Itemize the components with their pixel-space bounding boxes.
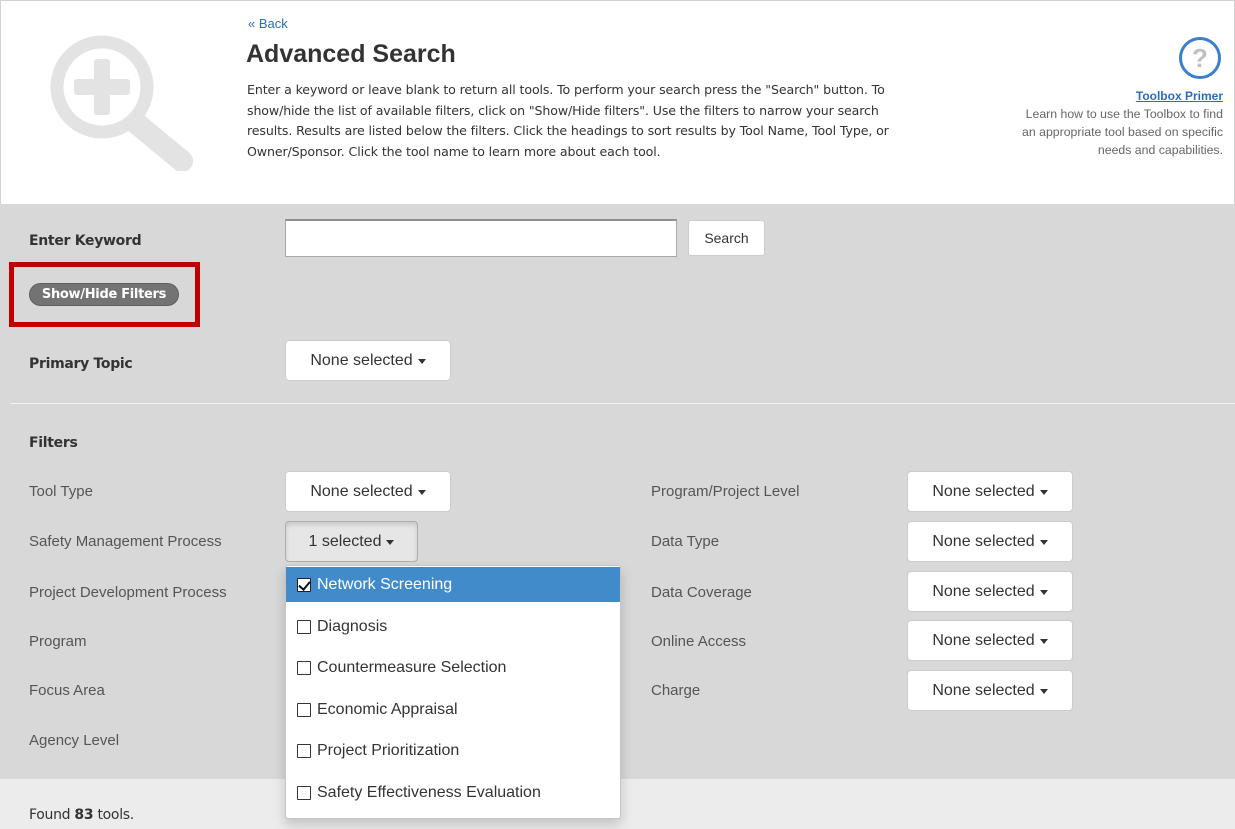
primer-line: Learn how to use the Toolbox to find — [1025, 107, 1223, 121]
option-label: Countermeasure Selection — [317, 658, 507, 676]
option-label: Safety Effectiveness Evaluation — [317, 783, 541, 801]
dropdown-value: None selected — [932, 482, 1035, 500]
primer-line: an appropriate tool based on specific — [1022, 125, 1223, 139]
primary-topic-label: Primary Topic — [29, 356, 133, 372]
intro-line: results. Results are listed below the fi… — [247, 123, 889, 138]
dropdown-value: None selected — [310, 351, 413, 369]
filter-label-focus-area: Focus Area — [29, 682, 105, 699]
show-hide-filters-button[interactable]: Show/Hide Filters — [29, 283, 179, 306]
toolbox-primer-description: Learn how to use the Toolbox to find an … — [963, 105, 1223, 159]
back-link[interactable]: « Back — [248, 16, 288, 31]
filter-label-project-development-process: Project Development Process — [29, 584, 227, 601]
caret-down-icon — [386, 540, 395, 545]
tool-type-dropdown[interactable]: None selected — [285, 471, 451, 512]
section-divider — [10, 403, 1235, 404]
dropdown-value: None selected — [932, 532, 1035, 550]
dropdown-value: None selected — [932, 631, 1035, 649]
data-coverage-dropdown[interactable]: None selected — [907, 571, 1073, 612]
caret-down-icon — [1039, 540, 1048, 545]
search-plus-icon — [50, 35, 193, 171]
safety-management-process-menu: Network Screening Diagnosis Countermeasu… — [285, 565, 621, 819]
menu-option-countermeasure-selection[interactable]: Countermeasure Selection — [286, 650, 620, 685]
safety-management-process-dropdown[interactable]: 1 selected — [285, 521, 418, 562]
checkbox[interactable] — [297, 744, 311, 758]
charge-dropdown[interactable]: None selected — [907, 670, 1073, 711]
toolbox-primer-link[interactable]: Toolbox Primer — [1136, 89, 1223, 103]
question-circle-icon[interactable]: ? — [1178, 36, 1222, 80]
results-prefix: Found — [29, 807, 71, 823]
intro-line: Owner/Sponsor. Click the tool name to le… — [247, 143, 661, 159]
caret-down-icon — [417, 359, 426, 364]
menu-option-network-screening[interactable]: Network Screening — [286, 567, 620, 602]
filter-label-online-access: Online Access — [651, 633, 747, 650]
option-label: Diagnosis — [317, 617, 388, 635]
results-suffix: tools. — [97, 807, 134, 823]
keyword-input[interactable] — [285, 219, 677, 257]
checkbox[interactable] — [297, 620, 311, 634]
menu-option-diagnosis[interactable]: Diagnosis — [286, 609, 620, 644]
filters-heading: Filters — [29, 435, 78, 451]
primary-topic-dropdown[interactable]: None selected — [285, 340, 451, 381]
results-count: 83 — [74, 807, 94, 823]
primer-line: needs and capabilities. — [1097, 143, 1223, 157]
checkbox-checked[interactable] — [297, 578, 311, 592]
intro-text: Enter a keyword or leave blank to return… — [247, 80, 967, 162]
checkbox[interactable] — [297, 786, 311, 800]
menu-option-safety-effectiveness-evaluation[interactable]: Safety Effectiveness Evaluation — [286, 775, 620, 810]
checkbox[interactable] — [297, 661, 311, 675]
checkbox[interactable] — [297, 703, 311, 717]
filter-label-program-project-level: Program/Project Level — [651, 483, 800, 500]
dropdown-value: None selected — [932, 681, 1035, 699]
caret-down-icon — [417, 490, 426, 495]
search-button[interactable]: Search — [688, 220, 765, 256]
svg-text:?: ? — [1192, 43, 1208, 73]
dropdown-value: 1 selected — [308, 532, 382, 550]
filter-label-data-coverage: Data Coverage — [651, 584, 752, 601]
keyword-label: Enter Keyword — [29, 233, 142, 249]
page-title: Advanced Search — [246, 40, 456, 68]
dropdown-value: None selected — [310, 482, 413, 500]
option-label: Economic Appraisal — [317, 700, 458, 718]
results-count-text: Found 83 tools. — [29, 807, 134, 823]
filter-label-data-type: Data Type — [651, 533, 720, 550]
caret-down-icon — [1039, 689, 1048, 694]
intro-line: Enter a keyword or leave blank to return… — [247, 82, 885, 97]
filter-label-safety-management-process: Safety Management Process — [29, 533, 222, 550]
filter-label-program: Program — [29, 633, 87, 650]
intro-line: show/hide the list of available filters,… — [247, 102, 879, 118]
caret-down-icon — [1039, 590, 1048, 595]
option-label: Network Screening — [317, 575, 453, 593]
caret-down-icon — [1039, 490, 1048, 495]
dropdown-value: None selected — [932, 582, 1035, 600]
filter-label-agency-level: Agency Level — [29, 732, 120, 749]
option-label: Project Prioritization — [317, 741, 460, 759]
menu-option-economic-appraisal[interactable]: Economic Appraisal — [286, 692, 620, 727]
caret-down-icon — [1039, 639, 1048, 644]
program-project-level-dropdown[interactable]: None selected — [907, 471, 1073, 512]
menu-option-project-prioritization[interactable]: Project Prioritization — [286, 733, 620, 768]
filter-label-tool-type: Tool Type — [29, 483, 93, 500]
online-access-dropdown[interactable]: None selected — [907, 620, 1073, 661]
data-type-dropdown[interactable]: None selected — [907, 521, 1073, 562]
filter-label-charge: Charge — [651, 682, 701, 699]
